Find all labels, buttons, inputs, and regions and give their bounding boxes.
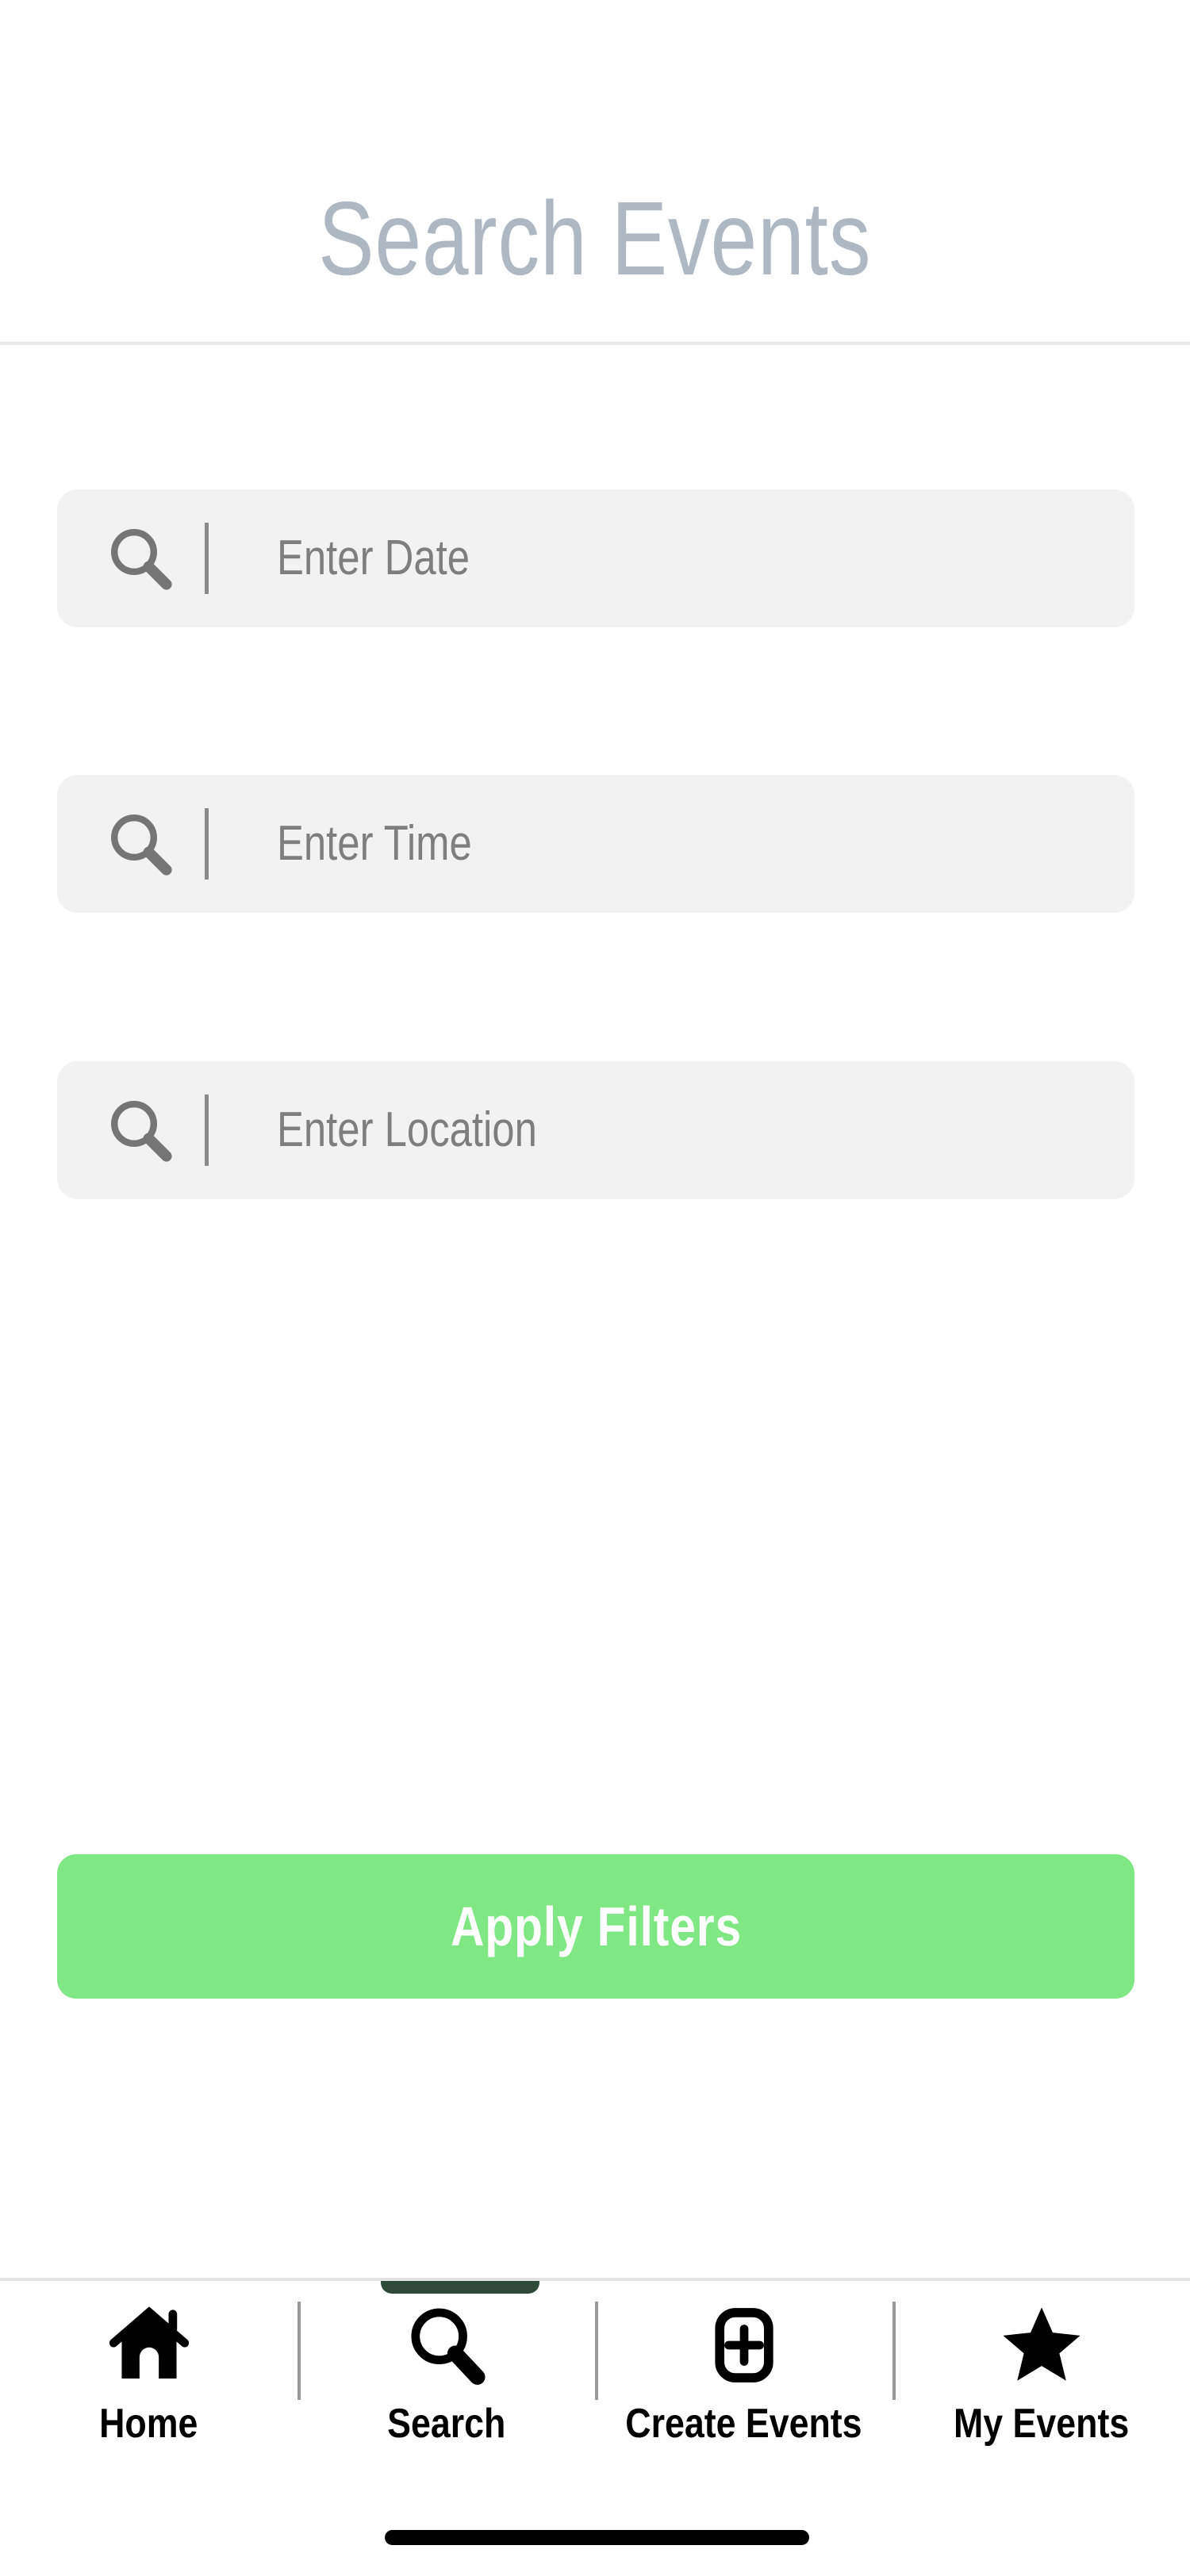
page-header: Search Events — [0, 0, 1190, 345]
search-icon — [81, 520, 200, 596]
nav-label-my-events: My Events — [953, 2401, 1130, 2447]
nav-item-my-events[interactable]: My Events — [892, 2281, 1190, 2463]
nav-label-create-events: Create Events — [625, 2401, 862, 2447]
filter-field-location[interactable]: Enter Location — [57, 1061, 1134, 1199]
apply-filters-button[interactable]: Apply Filters — [57, 1854, 1134, 1999]
home-indicator — [385, 2530, 809, 2545]
field-divider — [205, 808, 209, 880]
search-icon — [402, 2298, 491, 2392]
app-screen: Search Events Enter Date Enter Time Ente… — [0, 0, 1190, 2576]
nav-item-create-events[interactable]: Create Events — [595, 2281, 892, 2463]
nav-label-home: Home — [99, 2401, 198, 2447]
search-icon — [81, 806, 200, 882]
nav-item-home[interactable]: Home — [0, 2281, 298, 2463]
field-divider — [205, 523, 209, 594]
date-input-placeholder[interactable]: Enter Date — [277, 534, 470, 583]
apply-filters-label: Apply Filters — [450, 1896, 742, 1957]
field-divider — [205, 1094, 209, 1166]
filter-field-date[interactable]: Enter Date — [57, 489, 1134, 627]
filter-field-time[interactable]: Enter Time — [57, 775, 1134, 913]
plus-square-icon — [700, 2298, 789, 2392]
nav-label-search: Search — [386, 2401, 506, 2447]
bottom-nav-items: Home Search Create Events My Events — [0, 2281, 1190, 2463]
home-icon — [105, 2298, 194, 2392]
page-title: Search Events — [318, 180, 872, 297]
star-icon — [997, 2298, 1086, 2392]
search-icon — [81, 1092, 200, 1168]
time-input-placeholder[interactable]: Enter Time — [277, 819, 472, 868]
nav-item-search[interactable]: Search — [298, 2281, 595, 2463]
location-input-placeholder[interactable]: Enter Location — [277, 1106, 537, 1155]
